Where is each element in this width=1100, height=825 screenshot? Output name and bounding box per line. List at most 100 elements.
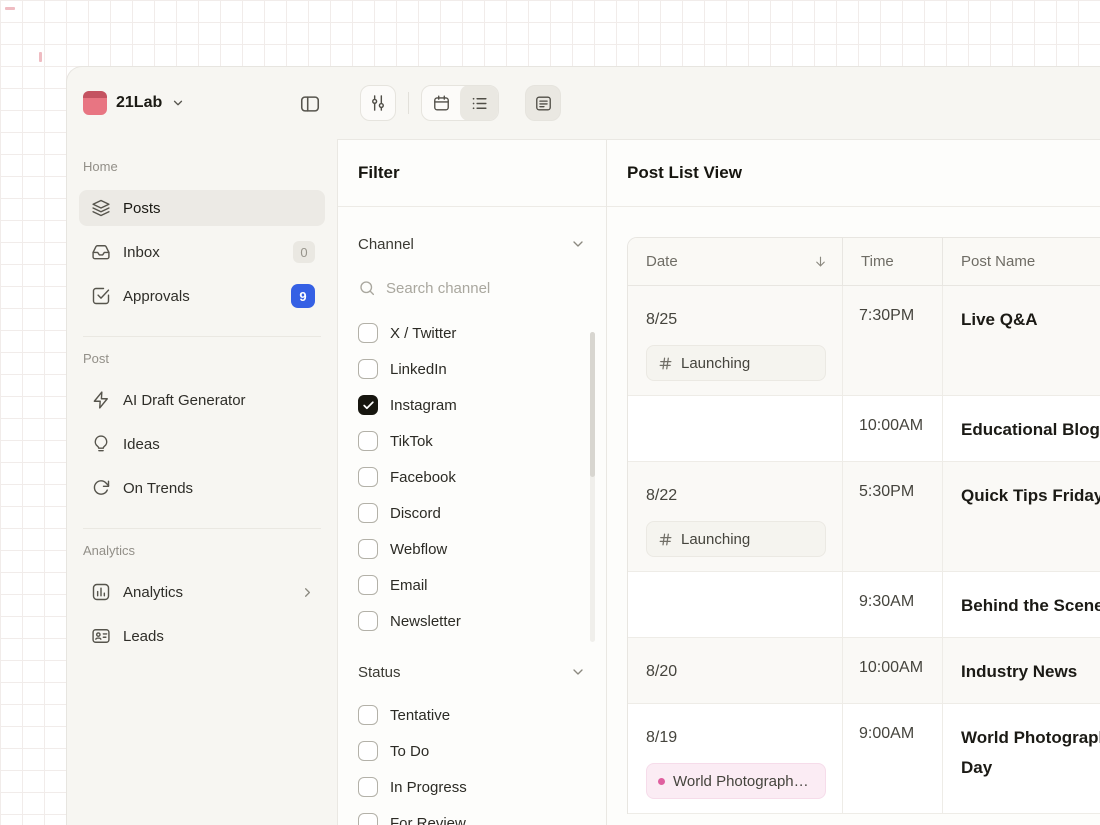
post-name-cell[interactable]: Industry News [943,638,1100,704]
channel-option[interactable]: Newsletter [358,603,586,639]
channel-options-list: X / Twitter LinkedIn Instagram TikTok Fa… [358,315,586,639]
status-group-header[interactable]: Status [358,657,586,687]
status-group: Status Tentative To Do In Progress For R… [358,657,586,825]
check-square-icon [91,286,111,306]
post-row[interactable]: 9:30AM Behind the Scenes [628,572,1100,638]
post-row[interactable]: 8/22 Launching 5:30PM Quick Tips Friday [628,462,1100,572]
sidebar-item-posts[interactable]: Posts [79,190,325,226]
post-name-cell[interactable]: World Photography Day [943,704,1100,814]
checkbox[interactable] [358,777,378,797]
date-cell [628,572,843,638]
time-cell: 10:00AM [843,396,943,462]
search-icon [358,279,376,297]
chevron-down-icon [570,236,586,252]
sidebar-item-on-trends[interactable]: On Trends [79,470,325,506]
status-option[interactable]: In Progress [358,769,586,805]
checkbox[interactable] [358,503,378,523]
trends-icon [91,478,111,498]
checkbox[interactable] [358,395,378,415]
post-tag[interactable]: Launching [646,345,826,381]
post-name-cell[interactable]: Quick Tips Friday [943,462,1100,572]
sidebar-toggle-button[interactable] [297,91,323,117]
channel-option[interactable]: Instagram [358,387,586,423]
channel-option[interactable]: Webflow [358,531,586,567]
post-row[interactable]: 8/20 10:00AM Industry News [628,638,1100,704]
sidebar-item-ideas[interactable]: Ideas [79,426,325,462]
section-label-home: Home [83,159,321,174]
checkbox[interactable] [358,705,378,725]
sidebar-item-inbox[interactable]: Inbox 0 [79,234,325,270]
schedule-panel-button[interactable] [525,85,561,121]
filters-button[interactable] [360,85,396,121]
post-name-cell[interactable]: Behind the Scenes [943,572,1100,638]
channel-search-input[interactable] [386,280,571,297]
checkbox[interactable] [358,741,378,761]
view-switcher [421,85,499,121]
channel-option[interactable]: Discord [358,495,586,531]
sidebar-divider [83,528,321,529]
post-tag[interactable]: World Photography Day [646,763,826,799]
sidebar-item-analytics[interactable]: Analytics [79,574,325,610]
status-group-label: Status [358,664,401,681]
time-cell: 5:30PM [843,462,943,572]
post-row[interactable]: 8/19 World Photography Day 9:00AM World … [628,704,1100,814]
post-list-panel: Post List View Date Time Post Name 8/25 [606,139,1100,825]
status-options-list: Tentative To Do In Progress For Review [358,697,586,825]
sort-descending-icon[interactable] [813,254,828,269]
checkbox[interactable] [358,813,378,825]
post-name-cell[interactable]: Educational Blog Share [943,396,1100,462]
status-option[interactable]: To Do [358,733,586,769]
calendar-view-button[interactable] [422,85,460,121]
sidebar-divider [83,336,321,337]
sidebar-item-approvals[interactable]: Approvals 9 [79,278,325,314]
list-view-button[interactable] [460,85,498,121]
post-name-cell[interactable]: Live Q&A [943,286,1100,396]
checkbox[interactable] [358,575,378,595]
checkbox[interactable] [358,323,378,343]
checkbox[interactable] [358,539,378,559]
status-option[interactable]: For Review [358,805,586,825]
toolbar-divider [408,92,409,114]
filter-option-label: TikTok [390,433,433,450]
calendar-icon [432,94,451,113]
column-header-post-name[interactable]: Post Name [943,238,1100,286]
zap-icon [91,390,111,410]
checkbox[interactable] [358,467,378,487]
hash-icon [658,532,673,547]
post-row[interactable]: 10:00AM Educational Blog Share [628,396,1100,462]
channel-option[interactable]: TikTok [358,423,586,459]
checkbox[interactable] [358,431,378,451]
channel-option[interactable]: LinkedIn [358,351,586,387]
scrollbar-track[interactable] [590,332,595,642]
channel-option[interactable]: Facebook [358,459,586,495]
checkbox[interactable] [358,359,378,379]
sidebar-item-ai-draft-generator[interactable]: AI Draft Generator [79,382,325,418]
filter-option-label: In Progress [390,779,467,796]
column-header-time[interactable]: Time [843,238,943,286]
date-text [646,417,826,443]
lightbulb-icon [91,434,111,454]
workspace-switcher[interactable]: 21Lab [83,91,185,115]
filter-panel-title: Filter [338,140,606,207]
post-tag-label: World Photography Day [673,773,814,790]
post-row[interactable]: 8/25 Launching 7:30PM Live Q&A [628,286,1100,396]
filter-option-label: Tentative [390,707,450,724]
time-cell: 9:00AM [843,704,943,814]
date-text [646,593,826,619]
sidebar-item-leads[interactable]: Leads [79,618,325,654]
channel-option[interactable]: Email [358,567,586,603]
channel-option[interactable]: X / Twitter [358,315,586,351]
approvals-count-badge: 9 [291,284,315,308]
column-header-date[interactable]: Date [628,238,843,286]
table-header-row: Date Time Post Name [628,238,1100,286]
post-tag[interactable]: Launching [646,521,826,557]
scrollbar-thumb[interactable] [590,332,595,477]
checkbox[interactable] [358,611,378,631]
chevron-down-icon [171,96,185,110]
date-cell: 8/19 World Photography Day [628,704,843,814]
bar-chart-icon [91,582,111,602]
status-option[interactable]: Tentative [358,697,586,733]
channel-group-header[interactable]: Channel [358,229,586,259]
filter-panel: Filter Channel X / Twitter LinkedIn Inst… [337,139,606,825]
filter-option-label: Discord [390,505,441,522]
